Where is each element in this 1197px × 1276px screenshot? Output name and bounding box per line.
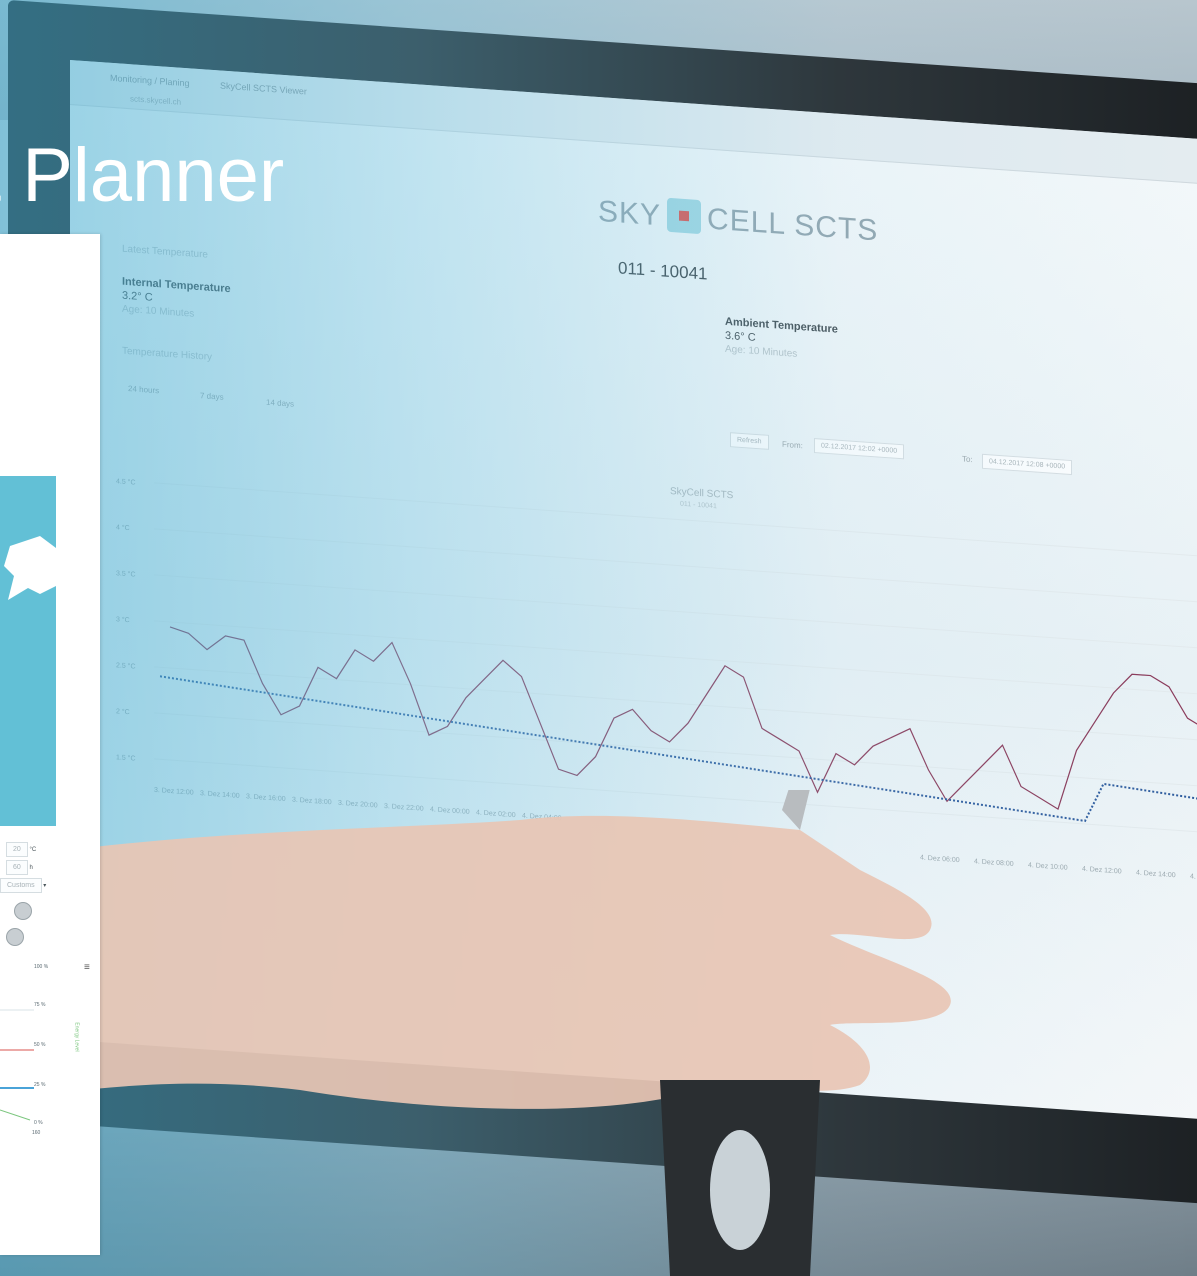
temperature-unit: °C [29,847,37,853]
temperature-input[interactable]: 20 [6,842,28,857]
logo-text-left: SKY [598,194,662,233]
gridline [154,712,1197,791]
x-tick-label: 4. Dez 10:00 [1028,862,1068,872]
browser-tab-2[interactable]: SkyCell SCTS Viewer [220,80,307,96]
browser-url[interactable]: scts.skycell.ch [130,94,181,107]
temperature-history-heading: Temperature History [122,345,213,363]
y-axis-ticks: 4.5 °C 4 °C 3.5 °C 3 °C 2.5 °C 2 °C 1.5 °C [116,477,136,762]
gridline [154,574,1197,653]
device-id: 011 - 10041 [618,258,708,284]
gauge-label-100: 100 % [34,964,49,970]
page-headline: t Planner [0,133,285,218]
from-date-input[interactable]: 02.12.2017 12:02 +0000 [814,438,905,460]
gauge-label-75: 75 % [34,1002,46,1008]
logo-text-right: CELL SCTS [707,202,879,248]
pointing-arm [0,790,951,1109]
y-tick-label: 4 °C [116,523,130,532]
planner-app-panel: 20 °C 60 h Customs ▾ 100 % ≡ 75 % 50 % 2… [0,234,100,1255]
range-7d-button[interactable]: 7 days [200,391,224,402]
customs-select[interactable]: Customs ▾ [0,878,47,893]
gauge-label-50: 50 % [34,1042,46,1048]
hours-unit: h [29,865,33,871]
to-label: To: [962,454,973,465]
y-tick-label: 3 °C [116,615,130,624]
ambient-temperature-value: 3.6° C [725,329,756,344]
internal-temperature-age: Age: 10 Minutes [122,303,195,320]
gauge-label-25: 25 % [34,1082,46,1088]
energy-gauge-lines [0,1009,34,1121]
chart-gridlines [154,482,1197,837]
x-tick-label: 4. Dez 14:00 [1136,870,1176,880]
y-tick-label: 2.5 °C [116,661,136,670]
range-14d-button[interactable]: 14 days [266,398,294,409]
energy-level-axis-label: Energy Level [73,1022,80,1052]
chevron-down-icon: ▾ [43,883,47,889]
internal-temperature-value: 3.2° C [122,289,153,304]
from-label: From: [782,439,803,451]
menu-icon[interactable]: ≡ [84,962,90,973]
y-tick-label: 1.5 °C [116,753,136,762]
alaska-landmass [4,536,56,600]
photo-scene: Monitoring / Planing SkyCell SCTS Viewer… [0,0,1197,1276]
range-24h-button[interactable]: 24 hours [128,384,159,395]
ambient-temperature-age: Age: 10 Minutes [725,343,798,360]
browser-tab-1[interactable]: Monitoring / Planing [110,73,190,89]
gridline [154,482,1197,561]
monitor-stand [660,1080,820,1276]
hours-row: 60 h [6,860,33,875]
gridline [154,666,1197,745]
y-tick-label: 4.5 °C [116,477,136,486]
remove-stop-button[interactable] [6,928,24,946]
hours-input[interactable]: 60 [6,860,28,875]
y-tick-label: 3.5 °C [116,569,136,578]
gridline [154,528,1197,607]
x-tick-label: 4. Dez 16:00 [1190,873,1197,883]
temperature-row: 20 °C [6,842,37,857]
world-map[interactable] [0,476,56,826]
gridline [154,620,1197,699]
x-tick-label: 4. Dez 12:00 [1082,866,1122,876]
customs-select-value: Customs [0,878,42,893]
stylus-pen [782,790,810,830]
skycell-cube-icon [667,197,702,235]
add-stop-button[interactable] [14,902,32,920]
to-date-input[interactable]: 04.12.2017 12:08 +0000 [982,453,1073,476]
refresh-button[interactable]: Refresh [730,432,769,450]
skycell-logo: SKY CELL SCTS [598,193,878,249]
latest-temperature-heading: Latest Temperature [122,243,208,261]
gauge-label-0: 0 % [34,1120,43,1126]
y-tick-label: 2 °C [116,707,130,716]
